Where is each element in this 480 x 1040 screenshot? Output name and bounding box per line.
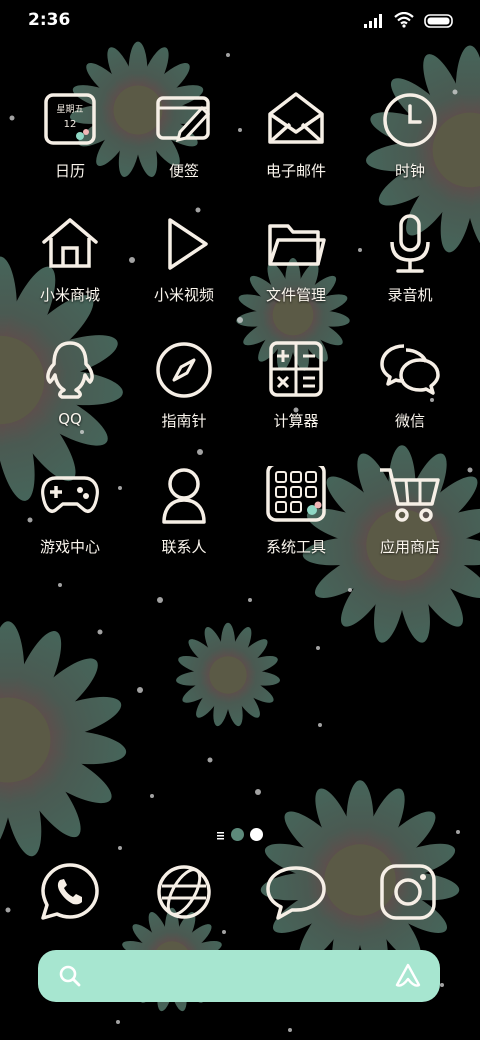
app-label: 时钟 — [394, 162, 425, 180]
app-email[interactable]: 电子邮件 — [236, 90, 356, 202]
messages-icon[interactable] — [266, 862, 326, 922]
notes-icon — [154, 90, 214, 150]
app-calculator[interactable]: 计算器 — [236, 340, 356, 452]
signal-icon — [364, 13, 384, 32]
app-label: QQ — [58, 410, 82, 428]
app-label: 录音机 — [387, 286, 433, 304]
app-label: 联系人 — [161, 538, 207, 556]
app-label: 游戏中心 — [39, 538, 100, 556]
browser-globe-icon[interactable] — [154, 862, 214, 922]
tools-folder-icon — [266, 462, 326, 526]
app-qq[interactable]: QQ — [10, 340, 130, 452]
app-wechat[interactable]: 微信 — [350, 340, 470, 452]
compass-icon — [154, 340, 214, 400]
page-dot-2-active[interactable] — [250, 827, 263, 841]
search-bar[interactable] — [38, 950, 440, 1002]
email-icon — [266, 90, 326, 150]
assistant-icon[interactable] — [394, 962, 422, 990]
app-label: 文件管理 — [265, 286, 326, 304]
page-dot-1[interactable] — [231, 827, 244, 841]
app-label: 指南针 — [161, 412, 207, 430]
calendar-icon: 星期五 12 — [40, 90, 100, 150]
calculator-icon — [266, 340, 326, 400]
microphone-icon — [380, 214, 440, 274]
app-label: 应用商店 — [379, 538, 440, 556]
cart-icon — [378, 466, 440, 526]
app-label: 电子邮件 — [265, 162, 326, 180]
status-time: 2:36 — [28, 10, 71, 30]
contacts-icon — [154, 466, 214, 526]
app-contacts[interactable]: 联系人 — [124, 466, 244, 578]
app-notes[interactable]: 便签 — [124, 90, 244, 202]
play-icon — [154, 214, 214, 274]
app-file-manager[interactable]: 文件管理 — [236, 214, 356, 326]
page-indicator[interactable] — [0, 826, 480, 842]
app-label: 微信 — [394, 412, 425, 430]
app-label: 便签 — [168, 162, 199, 180]
instagram-icon[interactable] — [378, 862, 438, 922]
app-game-center[interactable]: 游戏中心 — [10, 466, 130, 578]
gamepad-icon — [40, 466, 100, 526]
folder-icon — [266, 214, 326, 274]
wifi-icon — [394, 11, 414, 32]
dock — [0, 862, 480, 926]
app-label: 小米商城 — [39, 286, 100, 304]
clock-icon — [380, 90, 440, 150]
status-bar: 2:36 — [0, 0, 480, 42]
qq-penguin-icon — [40, 340, 100, 400]
app-label: 计算器 — [273, 412, 319, 430]
app-calendar[interactable]: 星期五 12 日历 — [10, 90, 130, 202]
store-house-icon — [40, 214, 100, 274]
app-label: 小米视频 — [153, 286, 214, 304]
whatsapp-icon[interactable] — [40, 862, 100, 922]
app-mi-store[interactable]: 小米商城 — [10, 214, 130, 326]
app-app-store[interactable]: 应用商店 — [350, 466, 470, 578]
calendar-weekday: 星期五 — [56, 104, 83, 115]
search-input[interactable] — [98, 960, 372, 994]
app-clock[interactable]: 时钟 — [350, 90, 470, 202]
battery-icon — [424, 13, 454, 32]
app-recorder[interactable]: 录音机 — [350, 214, 470, 326]
app-mi-video[interactable]: 小米视频 — [124, 214, 244, 326]
calendar-date: 12 — [64, 119, 77, 130]
wechat-icon — [380, 340, 440, 400]
app-label: 日历 — [54, 162, 85, 180]
menu-lines-icon — [217, 825, 225, 844]
app-label: 系统工具 — [265, 538, 326, 556]
app-compass[interactable]: 指南针 — [124, 340, 244, 452]
app-system-tools[interactable]: 系统工具 — [236, 462, 356, 578]
search-icon — [58, 964, 82, 988]
